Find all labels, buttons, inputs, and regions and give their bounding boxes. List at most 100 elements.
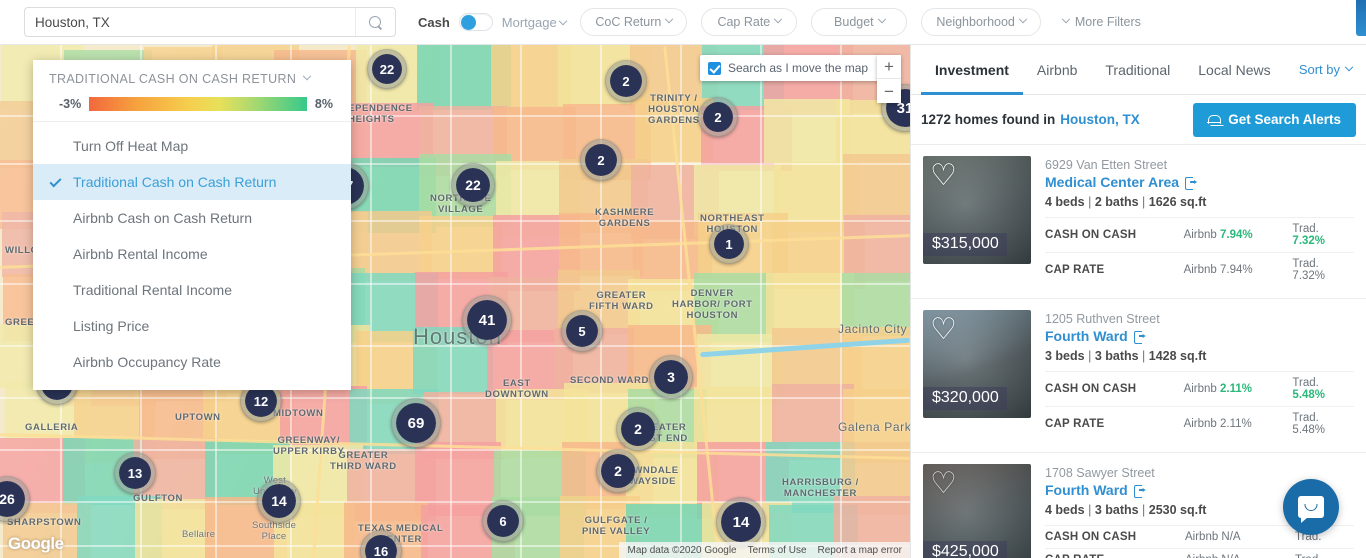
external-link-icon: [1133, 330, 1146, 344]
heat-map-option-label: Traditional Cash on Cash Return: [73, 174, 277, 190]
results-tabs[interactable]: Investment Airbnb Traditional Local News…: [911, 45, 1366, 95]
cash-label: Cash: [418, 14, 450, 30]
results-count: 1272 homes found in: [921, 112, 1056, 127]
financing-toggle[interactable]: [458, 13, 493, 31]
browser-tab-edge: [1356, 0, 1366, 36]
heat-map-type-selector[interactable]: TRADITIONAL CASH ON CASH RETURN: [49, 71, 335, 86]
location-search-box[interactable]: [24, 7, 396, 37]
external-link-icon: [1133, 484, 1146, 498]
airbnb-pct: 2.11%: [1220, 383, 1252, 395]
metric-trad-value: Trad.: [1295, 554, 1321, 558]
listing-specs: 4 beds | 2 baths | 1626 sq.ft: [1045, 195, 1207, 209]
map-cluster-marker[interactable]: 22: [367, 49, 407, 89]
sort-by-label: Sort by: [1298, 62, 1340, 77]
legend-gradient-bar: [89, 97, 307, 111]
sqft: 1626 sq.ft: [1148, 195, 1207, 209]
toggle-knob: [460, 15, 476, 30]
tab-label: Traditional: [1105, 61, 1171, 78]
search-as-i-move-checkbox[interactable]: Search as I move the map: [700, 55, 881, 81]
listing-photo[interactable]: ♡ $425,000: [923, 464, 1031, 558]
heat-map-option[interactable]: Listing Price: [33, 308, 351, 344]
heat-map-option[interactable]: Airbnb Rental Income: [33, 236, 351, 272]
favorite-heart-icon[interactable]: ♡: [930, 161, 957, 191]
beds: 3 beds: [1045, 349, 1085, 363]
heat-map-legend: -3% 8%: [49, 97, 335, 111]
trad-pct: 7.32%: [1292, 235, 1326, 247]
map-cluster-marker[interactable]: 22: [451, 163, 495, 207]
zoom-out-button[interactable]: −: [877, 79, 901, 103]
baths: 3 baths: [1094, 349, 1139, 363]
heat-map-option-label: Traditional Rental Income: [73, 282, 233, 298]
heat-map-option[interactable]: Airbnb Cash on Cash Return: [33, 200, 351, 236]
metric-cap-rate: CAP RATEAirbnb N/ATrad.: [1045, 548, 1354, 558]
listing-card[interactable]: ♡ $320,000 1205 Ruthven Street Fourth Ward 3…: [911, 299, 1366, 453]
map-cluster-marker[interactable]: 5: [561, 310, 603, 352]
heat-map-option-label: Airbnb Cash on Cash Return: [73, 210, 252, 226]
chevron-down-icon: [1018, 14, 1028, 24]
listing-card[interactable]: ♡ $315,000 6929 Van Etten Street Medical Ce…: [911, 145, 1366, 299]
heat-map-options-list[interactable]: Turn Off Heat Map Traditional Cash on Cas…: [33, 121, 351, 390]
tab-label: Airbnb: [1036, 61, 1078, 78]
map-cluster-marker[interactable]: 3: [649, 355, 693, 399]
zoom-in-button[interactable]: +: [877, 55, 901, 79]
map-cluster-marker[interactable]: 6: [482, 500, 524, 542]
filter-coc-return[interactable]: CoC Return: [580, 8, 688, 36]
sqft: 2530 sq.ft: [1148, 503, 1207, 517]
heat-map-option[interactable]: Traditional Cash on Cash Return: [33, 164, 351, 200]
results-city-link[interactable]: Houston, TX: [1060, 112, 1140, 127]
heat-map-dropdown[interactable]: TRADITIONAL CASH ON CASH RETURN -3% 8% T…: [33, 60, 351, 390]
chat-widget-button[interactable]: [1283, 479, 1339, 535]
map-zoom-controls[interactable]: + −: [877, 55, 901, 103]
heat-map-option[interactable]: Turn Off Heat Map: [33, 128, 351, 164]
baths: 3 baths: [1094, 503, 1139, 517]
metric-cap-rate: CAP RATE Airbnb 7.94% Trad. 7.32%: [1045, 252, 1354, 287]
filter-cap-rate[interactable]: Cap Rate: [701, 8, 798, 36]
map-cluster-marker[interactable]: 13: [114, 452, 156, 494]
map-cluster-marker[interactable]: 69: [391, 398, 441, 448]
search-icon[interactable]: [355, 8, 395, 36]
metric-cash-on-cash: CASH ON CASH Airbnb 2.11% Trad. 5.48%: [1045, 371, 1354, 406]
cluster-count: 2: [622, 73, 630, 89]
filter-neighborhood[interactable]: Neighborhood: [921, 8, 1041, 36]
neighborhood-label: Fourth Ward: [1045, 482, 1128, 498]
chevron-down-icon: [1061, 14, 1071, 24]
listing-neighborhood-link[interactable]: Fourth Ward: [1045, 328, 1354, 344]
tab-airbnb[interactable]: Airbnb: [1023, 45, 1091, 94]
listing-neighborhood-link[interactable]: Medical Center Area: [1045, 174, 1354, 190]
favorite-heart-icon[interactable]: ♡: [930, 469, 957, 499]
tab-label: Local News: [1198, 61, 1271, 78]
map-cluster-marker[interactable]: 2: [698, 97, 738, 137]
search-input[interactable]: [25, 14, 355, 30]
tab-local-news[interactable]: Local News: [1184, 45, 1284, 94]
metric-trad-value: Trad. 5.48%: [1292, 377, 1326, 401]
more-filters-button[interactable]: More Filters: [1061, 14, 1141, 29]
heat-map-option[interactable]: Traditional Rental Income: [33, 272, 351, 308]
get-search-alerts-button[interactable]: Get Search Alerts: [1193, 102, 1356, 137]
cluster-count: 2: [714, 109, 722, 125]
favorite-heart-icon[interactable]: ♡: [930, 315, 957, 345]
beds: 4 beds: [1045, 503, 1085, 517]
mortgage-text: Mortgage: [501, 14, 557, 30]
cluster-count: 16: [373, 543, 389, 558]
metric-airbnb-value: Airbnb 2.11%: [1183, 383, 1252, 395]
sort-by-dropdown[interactable]: Sort by: [1299, 45, 1366, 94]
listing-address: 1205 Ruthven Street: [1045, 312, 1160, 326]
metric-label: CASH ON CASH: [1045, 531, 1137, 543]
map-cluster-marker[interactable]: 2: [605, 60, 647, 102]
map-cluster-marker[interactable]: 2: [596, 449, 640, 493]
tab-traditional[interactable]: Traditional: [1091, 45, 1184, 94]
tab-investment[interactable]: Investment: [921, 45, 1023, 95]
map-cluster-marker[interactable]: 41: [462, 295, 512, 345]
map-cluster-marker[interactable]: 2: [580, 139, 622, 181]
heat-map-option[interactable]: Airbnb Occupancy Rate: [33, 344, 351, 380]
report-map-error-link[interactable]: Report a map error: [818, 545, 902, 556]
map-cluster-marker[interactable]: 14: [716, 497, 766, 547]
terms-of-use-link[interactable]: Terms of Use: [748, 545, 807, 556]
map-cluster-marker[interactable]: 14: [257, 479, 301, 523]
listing-photo[interactable]: ♡ $320,000: [923, 310, 1031, 418]
filter-budget[interactable]: Budget: [811, 8, 908, 36]
map-cluster-marker[interactable]: 1: [709, 224, 749, 264]
mortgage-label[interactable]: Mortgage: [501, 14, 568, 30]
map-cluster-marker[interactable]: 2: [616, 407, 660, 451]
listing-photo[interactable]: ♡ $315,000: [923, 156, 1031, 264]
